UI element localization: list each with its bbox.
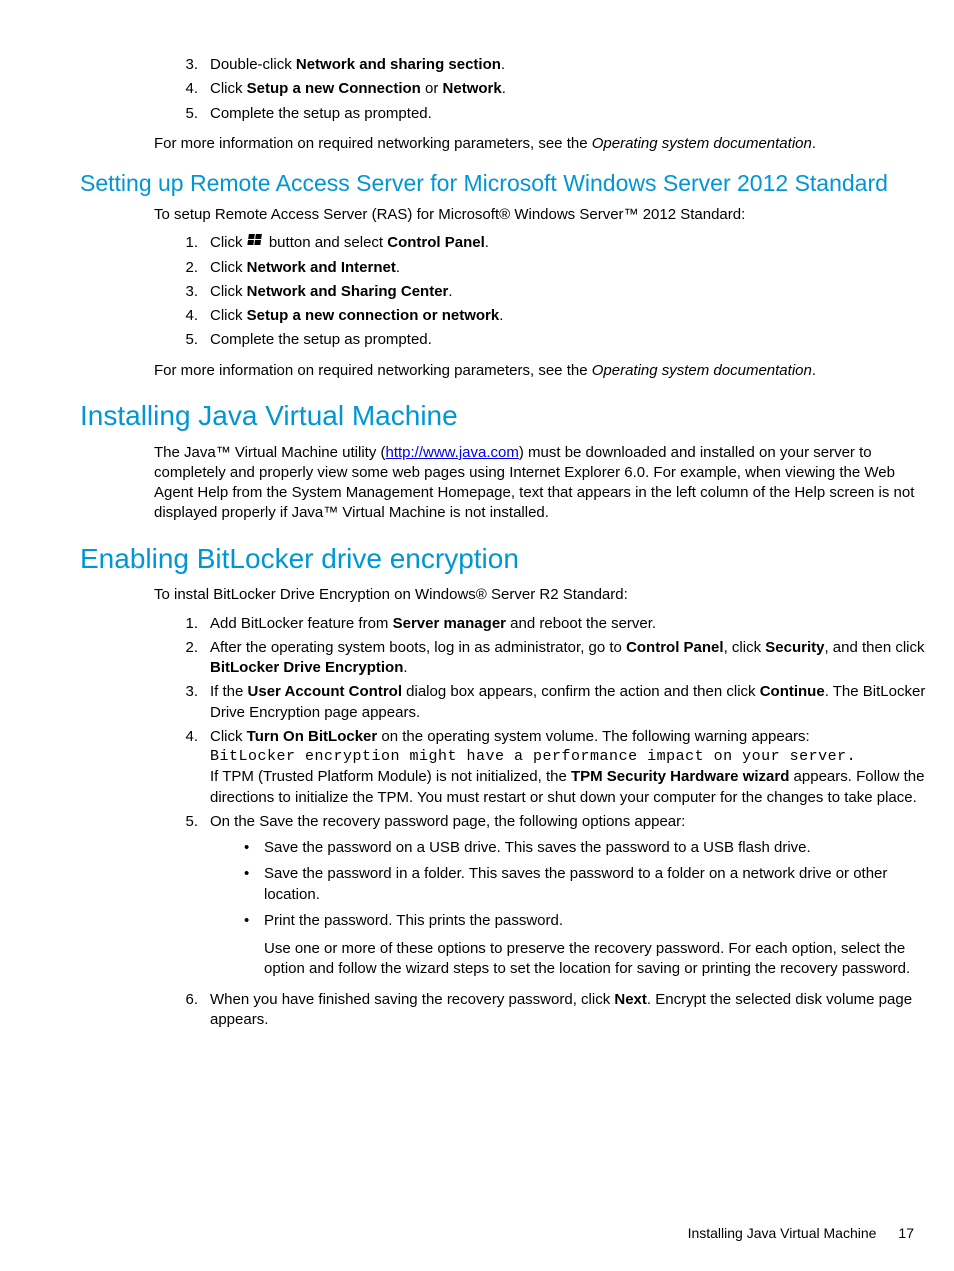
bullet-icon: • [244, 911, 264, 980]
item-number: 5. [170, 104, 198, 124]
ras-intro: To setup Remote Access Server (RAS) for … [154, 205, 926, 225]
item-text: After the operating system boots, log in… [210, 638, 926, 679]
item-text: Click Setup a new Connection or Network. [210, 79, 926, 99]
windows-flag-icon [247, 233, 265, 253]
list-item: 1. Add BitLocker feature from Server man… [170, 614, 926, 634]
item-text: Add BitLocker feature from Server manage… [210, 614, 926, 634]
item-text: When you have finished saving the recove… [210, 990, 926, 1031]
item-text: If the User Account Control dialog box a… [210, 682, 926, 723]
bullet-icon: • [244, 864, 264, 905]
item-text: Click Network and Internet. [210, 258, 926, 278]
item-number: 3. [170, 682, 198, 723]
item-number: 3. [170, 282, 198, 302]
item-number: 5. [170, 812, 198, 986]
item-text: Click button and select Control Panel. [210, 233, 926, 253]
top-steps-list: 3. Double-click Network and sharing sect… [80, 55, 926, 124]
bitlocker-intro: To instal BitLocker Drive Encryption on … [154, 585, 926, 605]
item-number: 3. [170, 55, 198, 75]
list-item: 1. Click button and select Control Panel… [170, 233, 926, 253]
list-item: 3. Click Network and Sharing Center. [170, 282, 926, 302]
item-text: Double-click Network and sharing section… [210, 55, 926, 75]
item-number: 5. [170, 330, 198, 350]
page-content: 3. Double-click Network and sharing sect… [0, 0, 954, 1030]
item-number: 4. [170, 79, 198, 99]
java-heading: Installing Java Virtual Machine [80, 397, 926, 435]
list-item: 6. When you have finished saving the rec… [170, 990, 926, 1031]
list-item: 5. Complete the setup as prompted. [170, 330, 926, 350]
page-number: 17 [898, 1224, 914, 1243]
item-number: 6. [170, 990, 198, 1031]
item-text: Click Turn On BitLocker on the operating… [210, 727, 926, 808]
item-number: 1. [170, 233, 198, 253]
list-item: 4. Click Turn On BitLocker on the operat… [170, 727, 926, 808]
item-number: 4. [170, 727, 198, 808]
list-item: 5. On the Save the recovery password pag… [170, 812, 926, 986]
item-text: Click Network and Sharing Center. [210, 282, 926, 302]
list-item: 3. Double-click Network and sharing sect… [170, 55, 926, 75]
list-item: 2. Click Network and Internet. [170, 258, 926, 278]
item-number: 4. [170, 306, 198, 326]
item-text: On the Save the recovery password page, … [210, 812, 926, 986]
bullet-item: •Save the password in a folder. This sav… [244, 864, 926, 905]
top-tail-paragraph: For more information on required network… [154, 134, 926, 154]
bullet-icon: • [244, 838, 264, 858]
bullet-item: • Print the password. This prints the pa… [244, 911, 926, 980]
item-text: Click Setup a new connection or network. [210, 306, 926, 326]
java-link[interactable]: http://www.java.com [385, 444, 518, 461]
item-text: Complete the setup as prompted. [210, 330, 926, 350]
bitlocker-heading: Enabling BitLocker drive encryption [80, 540, 926, 578]
footer-title: Installing Java Virtual Machine [688, 1224, 877, 1243]
page-footer: Installing Java Virtual Machine 17 [688, 1224, 914, 1243]
ras-steps-list: 1. Click button and select Control Panel… [80, 233, 926, 350]
list-item: 4. Click Setup a new connection or netwo… [170, 306, 926, 326]
list-item: 2. After the operating system boots, log… [170, 638, 926, 679]
item-text: Complete the setup as prompted. [210, 104, 926, 124]
java-paragraph: The Java™ Virtual Machine utility (http:… [154, 443, 926, 524]
bitlocker-steps-list: 1. Add BitLocker feature from Server man… [80, 614, 926, 1031]
item-number: 2. [170, 638, 198, 679]
code-text: BitLocker encryption might have a perfor… [210, 747, 926, 767]
recovery-options-list: •Save the password on a USB drive. This … [210, 838, 926, 980]
item-number: 1. [170, 614, 198, 634]
ras-tail-paragraph: For more information on required network… [154, 361, 926, 381]
list-item: 3. If the User Account Control dialog bo… [170, 682, 926, 723]
bullet-sub-paragraph: Use one or more of these options to pres… [264, 939, 926, 980]
bullet-item: •Save the password on a USB drive. This … [244, 838, 926, 858]
list-item: 5. Complete the setup as prompted. [170, 104, 926, 124]
list-item: 4. Click Setup a new Connection or Netwo… [170, 79, 926, 99]
ras-heading: Setting up Remote Access Server for Micr… [80, 168, 926, 199]
item-number: 2. [170, 258, 198, 278]
